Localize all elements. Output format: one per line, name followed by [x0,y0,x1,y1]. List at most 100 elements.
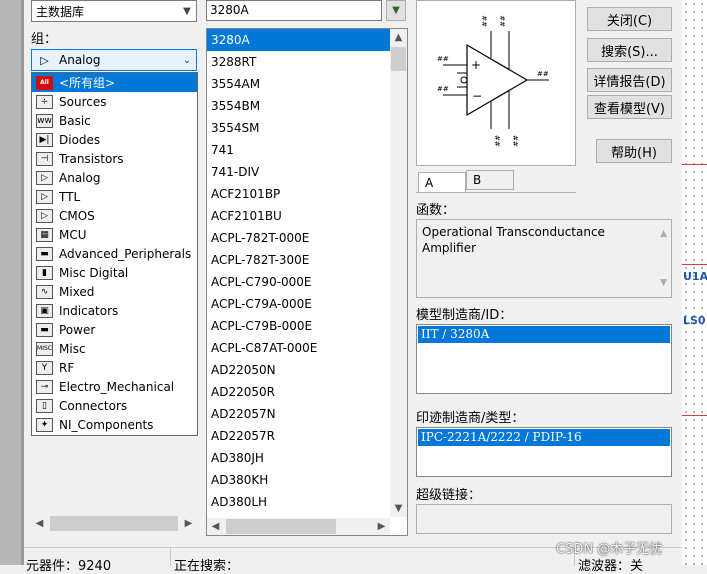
scroll-right-icon[interactable]: ▶ [373,518,390,535]
component-item[interactable]: 3280A [207,29,390,51]
component-item[interactable]: AD22057R [207,425,390,447]
component-item[interactable]: AD22057N [207,403,390,425]
group-option[interactable]: ⊸ Electro_Mechanical [32,377,197,396]
group-option[interactable]: ✦ NI_Components [32,415,197,434]
component-horizontal-scrollbar[interactable]: ◀ ▶ [207,518,390,535]
misc-digital-icon: ▮ [36,265,53,280]
hyperlink-label: 超级链接： [416,488,482,503]
select-component-dialog: 主数据库 ▼ 组： ▷ Analog ⌄ All <所有组> ÷ Sources ww B… [24,0,682,574]
scroll-right-icon[interactable]: ▶ [180,515,197,532]
component-item[interactable]: ACPL-C79B-000E [207,315,390,337]
component-item[interactable]: AD380JH [207,447,390,469]
footprint-manufacturer-list[interactable]: IPC-2221A/2222 / PDIP-16 [416,427,672,477]
group-option[interactable]: Y RF [32,358,197,377]
group-option[interactable]: ▷ Analog [32,168,197,187]
view-model-button[interactable]: 查看模型(V) [587,95,672,119]
electro-mechanical-icon: ⊸ [36,379,53,394]
scroll-down-icon[interactable]: ▼ [390,500,407,517]
function-description: Operational Transconductance Amplifier ▲… [416,219,672,298]
group-option[interactable]: ▶| Diodes [32,130,197,149]
component-search-input[interactable]: 3280A [206,0,382,21]
component-item[interactable]: ACPL-C790-000E [207,271,390,293]
component-item[interactable]: ACPL-782T-300E [207,249,390,271]
diodes-icon: ▶| [36,132,53,147]
component-list[interactable]: 3280A 3288RT 3554AM 3554BM 3554SM 741 741-DIV A… [206,28,408,536]
component-vertical-scrollbar[interactable]: ▲ ▼ [390,29,407,517]
group-option[interactable]: ⊣ Transistors [32,149,197,168]
detail-report-button[interactable]: 详情报告(D) [587,68,672,92]
component-item[interactable]: 741-DIV [207,161,390,183]
component-item[interactable]: ACF2101BP [207,183,390,205]
component-item[interactable]: AD22050R [207,381,390,403]
group-option[interactable]: ww Basic [32,111,197,130]
group-option[interactable]: All <所有组> [32,73,197,92]
database-select[interactable]: 主数据库 ▼ [31,0,197,22]
group-horizontal-scrollbar[interactable]: ◀ ▶ [31,515,197,532]
group-option-label: CMOS [59,208,95,223]
scroll-up-icon[interactable]: ▲ [660,226,667,242]
filter-icon[interactable]: ▼ [386,0,406,21]
mcu-icon: ▦ [36,227,53,242]
component-item[interactable]: AD22050N [207,359,390,381]
canvas-label-ls0: LS0 [683,314,706,327]
pin-label: ## [511,135,519,147]
footprint-manufacturer-item[interactable]: IPC-2221A/2222 / PDIP-16 [418,429,670,446]
help-button[interactable]: 帮助(H) [596,139,672,163]
svg-text:−: − [472,89,482,103]
component-item[interactable]: 741 [207,139,390,161]
group-option-label: NI_Components [59,417,154,432]
function-text: Operational Transconductance Amplifier [422,225,605,255]
group-option[interactable]: MISC Misc [32,339,197,358]
scroll-thumb[interactable] [391,47,406,71]
group-option-label: Diodes [59,132,101,147]
basic-icon: ww [36,113,53,128]
svg-text:+: + [471,58,481,72]
watermark: CSDN @木子无忧 [556,542,663,557]
group-option[interactable]: ▮ Misc Digital [32,263,197,282]
scroll-thumb[interactable] [226,519,336,534]
group-dropdown-list[interactable]: All <所有组> ÷ Sources ww Basic ▶| Diodes ⊣ Transist… [31,72,198,436]
search-button[interactable]: 搜索(S)... [587,38,672,62]
group-option[interactable]: ▷ TTL [32,187,197,206]
component-item[interactable]: ACPL-C87AT-000E [207,337,390,359]
group-option[interactable]: ▯ Connectors [32,396,197,415]
component-item[interactable]: AD380KH [207,469,390,491]
group-option[interactable]: ÷ Sources [32,92,197,111]
scroll-up-icon[interactable]: ▲ [390,29,407,46]
group-option[interactable]: ▬ Power [32,320,197,339]
component-item[interactable]: 3554AM [207,73,390,95]
analog-icon: ▷ [36,170,53,185]
group-option[interactable]: ▬ Advanced_Peripherals [32,244,197,263]
component-item[interactable]: AD380LH [207,491,390,513]
tab-section-b[interactable]: B [466,170,514,190]
component-item[interactable]: ACF2101BU [207,205,390,227]
scroll-left-icon[interactable]: ◀ [31,515,48,532]
scroll-left-icon[interactable]: ◀ [207,518,224,535]
component-item[interactable]: ACPL-C79A-000E [207,293,390,315]
opamp-symbol-icon: + − ## ## ## ## ## ## ## [437,15,549,147]
group-option-label: Misc [59,341,86,356]
group-option[interactable]: ▷ CMOS [32,206,197,225]
scroll-thumb[interactable] [50,516,178,531]
model-manufacturer-label: 模型制造商/ID： [416,308,513,323]
hyperlink-field[interactable] [416,504,672,534]
scroll-down-icon[interactable]: ▼ [660,275,667,291]
group-option-label: <所有组> [59,76,116,90]
component-item[interactable]: 3554BM [207,95,390,117]
group-option[interactable]: ∿ Mixed [32,282,197,301]
close-button[interactable]: 关闭(C) [587,7,672,31]
group-select[interactable]: ▷ Analog ⌄ [31,49,197,71]
component-item[interactable]: ACPL-782T-000E [207,227,390,249]
model-manufacturer-item[interactable]: IIT / 3280A [418,326,670,343]
chevron-down-icon: ⌄ [182,54,192,66]
group-option-label: Basic [59,113,91,128]
group-option[interactable]: ▦ MCU [32,225,197,244]
component-item[interactable]: 3554SM [207,117,390,139]
group-option[interactable]: ▣ Indicators [32,301,197,320]
component-item[interactable]: 3288RT [207,51,390,73]
indicators-icon: ▣ [36,303,53,318]
schematic-canvas[interactable]: U1A LS0 [682,0,707,565]
model-manufacturer-list[interactable]: IIT / 3280A [416,324,672,394]
tab-section-a[interactable]: A [418,172,466,192]
tab-divider [416,192,576,193]
